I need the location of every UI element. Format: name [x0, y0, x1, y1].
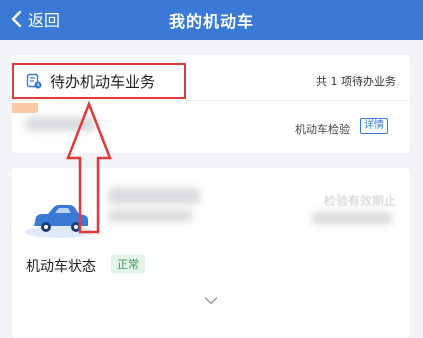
vehicle-card: 检验有效期止 机动车状态 正常 — [12, 168, 410, 338]
chevron-down-icon[interactable] — [204, 296, 218, 306]
divider — [12, 100, 410, 101]
todo-header: 待办机动车业务 共 1 项待办业务 — [12, 55, 410, 99]
car-icon — [25, 205, 93, 238]
vehicle-status-badge: 正常 — [111, 254, 145, 274]
page-title: 我的机动车 — [168, 12, 254, 31]
todo-count: 共 1 项待办业务 — [316, 75, 396, 88]
nav-bar: 返回 我的机动车 — [0, 0, 423, 40]
vehicle-status-label: 机动车状态 — [26, 259, 96, 275]
blurred-vehicle-info — [312, 212, 392, 224]
blurred-plate-text — [26, 117, 96, 131]
todo-section-title[interactable]: 待办机动车业务 — [12, 63, 186, 99]
todo-card: 待办机动车业务 共 1 项待办业务 机动车检验 详情 — [12, 55, 410, 153]
todo-item-type: 机动车检验 — [295, 123, 350, 136]
blurred-vehicle-info — [108, 210, 192, 222]
detail-button[interactable]: 详情 — [360, 118, 388, 134]
todo-tag — [12, 103, 38, 113]
expiry-label: 检验有效期止 — [323, 194, 396, 208]
blurred-vehicle-info — [108, 188, 200, 204]
document-clock-icon — [26, 73, 42, 89]
todo-title: 待办机动车业务 — [50, 72, 156, 91]
